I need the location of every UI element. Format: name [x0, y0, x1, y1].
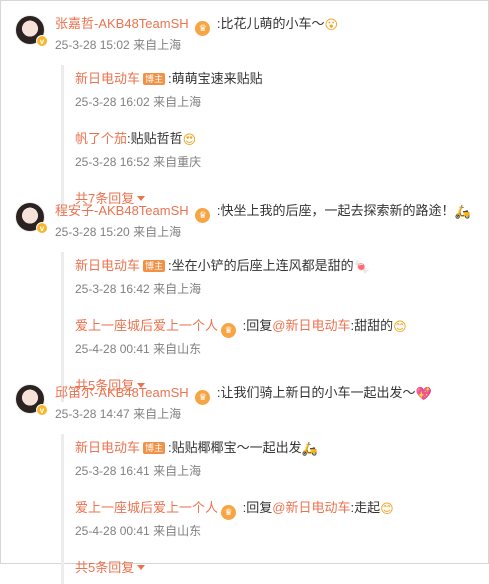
comment-meta: 25-3-28 15:02 来自上海: [55, 37, 181, 53]
avatar[interactable]: v: [15, 202, 48, 234]
crown-badge-icon: ♛: [195, 390, 211, 405]
reply-tail: :甜甜的: [350, 318, 394, 333]
more-replies: 共5条回复: [64, 554, 481, 584]
reply-text: :萌萌宝速来贴贴: [168, 71, 263, 86]
comment-text: 快坐上我的后座，一起去探索新的路途！: [220, 203, 455, 218]
scooter-emoji-icon: 🛵: [301, 442, 318, 457]
reply-list: 新日电动车 博主:贴贴椰椰宝～一起出发🛵 25-3-28 16:41 来自上海 爱…: [61, 434, 481, 584]
comment-sep: :: [213, 203, 221, 218]
reply-text: :贴贴哲哲: [127, 131, 183, 146]
reply-time: 25-4-28 00:41: [75, 524, 150, 538]
comment-panel: v 张嘉哲-AKB48TeamSH ♛ :比花儿萌的小车～😮 25-3-28 1…: [0, 0, 489, 584]
comment-sep: :: [213, 385, 221, 400]
reply-location: 来自山东: [153, 342, 202, 356]
avatar[interactable]: v: [15, 384, 48, 416]
comment-time: 25-3-28 15:02: [55, 38, 130, 52]
scooter-emoji-icon: 🛵: [454, 205, 471, 220]
reply-list: 新日电动车 博主:坐在小铲的后座上连风都是甜的🍬 25-3-28 16:42 来自…: [61, 252, 481, 402]
heart-eyes-emoji-icon: 😍: [182, 133, 197, 148]
reply-text: :坐在小铲的后座上连风都是甜的: [168, 258, 354, 273]
reply-item: 新日电动车 博主:坐在小铲的后座上连风都是甜的🍬 25-3-28 16:42 来自…: [64, 252, 481, 312]
comment-time: 25-3-28 14:47: [55, 407, 130, 421]
reply-time: 25-3-28 16:02: [75, 95, 150, 109]
crown-badge-icon: ♛: [195, 21, 211, 36]
comment-meta: 25-3-28 15:20 来自上海: [55, 224, 181, 240]
reply-location: 来自上海: [153, 282, 202, 296]
mention-link[interactable]: @新日电动车: [272, 318, 350, 333]
comment-meta: 25-3-28 14:47 来自上海: [55, 406, 181, 422]
candy-emoji-icon: 🍬: [353, 260, 370, 275]
reply-username[interactable]: 新日电动车: [75, 71, 140, 86]
comment-text: 让我们骑上新日的小车一起出发～: [220, 385, 416, 400]
surprised-emoji-icon: 😮: [324, 18, 339, 33]
verified-icon: v: [36, 222, 48, 234]
comment-line: 张嘉哲-AKB48TeamSH ♛ :比花儿萌的小车～😮: [55, 15, 338, 36]
reply-item: 新日电动车 博主:萌萌宝速来贴贴 25-3-28 16:02 来自上海: [64, 65, 481, 125]
reply-username[interactable]: 新日电动车: [75, 258, 140, 273]
comment-line: 程安子-AKB48TeamSH ♛ :快坐上我的后座，一起去探索新的路途！🛵: [55, 202, 471, 223]
blogger-badge: 博主: [143, 260, 166, 272]
reply-time: 25-4-28 00:41: [75, 342, 150, 356]
comment-username[interactable]: 张嘉哲-AKB48TeamSH: [55, 16, 189, 31]
comment-location: 来自上海: [133, 407, 182, 421]
caret-down-icon: [137, 196, 146, 201]
reply-text: :回复: [239, 500, 273, 515]
reply-text: :回复: [239, 318, 273, 333]
crown-badge-icon: ♛: [221, 323, 237, 338]
reply-time: 25-3-28 16:41: [75, 464, 150, 478]
blogger-badge: 博主: [143, 73, 166, 85]
reply-time: 25-3-28 16:52: [75, 155, 150, 169]
comment-location: 来自上海: [133, 225, 182, 239]
comment-username[interactable]: 程安子-AKB48TeamSH: [55, 203, 189, 218]
reply-tail: :走起: [350, 500, 381, 515]
crown-badge-icon: ♛: [221, 505, 237, 520]
caret-down-icon: [137, 565, 146, 570]
comment-username[interactable]: 邱笛尔-AKB48TeamSH: [55, 385, 189, 400]
reply-location: 来自重庆: [153, 155, 202, 169]
reply-location: 来自山东: [153, 524, 202, 538]
reply-location: 来自上海: [153, 464, 202, 478]
more-replies-label: 共5条回复: [75, 560, 135, 575]
crown-badge-icon: ♛: [195, 208, 211, 223]
reply-username[interactable]: 爱上一座城后爱上一个人: [75, 500, 218, 515]
reply-username[interactable]: 新日电动车: [75, 440, 140, 455]
reply-item: 帆了个茄:贴贴哲哲😍 25-3-28 16:52 来自重庆: [64, 125, 481, 185]
smile-emoji-icon: 😊: [380, 502, 394, 517]
comment-line: 邱笛尔-AKB48TeamSH ♛ :让我们骑上新日的小车一起出发～💖: [55, 384, 432, 405]
comment-sep: :: [213, 16, 221, 31]
reply-time: 25-3-28 16:42: [75, 282, 150, 296]
verified-icon: v: [36, 35, 48, 47]
smile-emoji-icon: 😊: [393, 320, 407, 335]
mention-link[interactable]: @新日电动车: [272, 500, 350, 515]
reply-item: 爱上一座城后爱上一个人 ♛ :回复@新日电动车:甜甜的😊 25-4-28 00:4…: [64, 312, 481, 372]
reply-list: 新日电动车 博主:萌萌宝速来贴贴 25-3-28 16:02 来自上海 帆了个茄:…: [61, 65, 481, 215]
comment-text: 比花儿萌的小车～: [220, 16, 325, 31]
more-replies-button[interactable]: 共5条回复: [75, 559, 146, 577]
verified-icon: v: [36, 404, 48, 416]
reply-username[interactable]: 爱上一座城后爱上一个人: [75, 318, 218, 333]
avatar[interactable]: v: [15, 15, 48, 47]
reply-item: 新日电动车 博主:贴贴椰椰宝～一起出发🛵 25-3-28 16:41 来自上海: [64, 434, 481, 494]
reply-item: 爱上一座城后爱上一个人 ♛ :回复@新日电动车:走起😊 25-4-28 00:41…: [64, 494, 481, 554]
reply-text: :贴贴椰椰宝～一起出发: [168, 440, 302, 455]
comment-location: 来自上海: [133, 38, 182, 52]
reply-location: 来自上海: [153, 95, 202, 109]
comment-time: 25-3-28 15:20: [55, 225, 130, 239]
reply-username[interactable]: 帆了个茄: [75, 131, 127, 146]
sparkling-heart-emoji-icon: 💖: [415, 387, 432, 402]
blogger-badge: 博主: [143, 442, 166, 454]
